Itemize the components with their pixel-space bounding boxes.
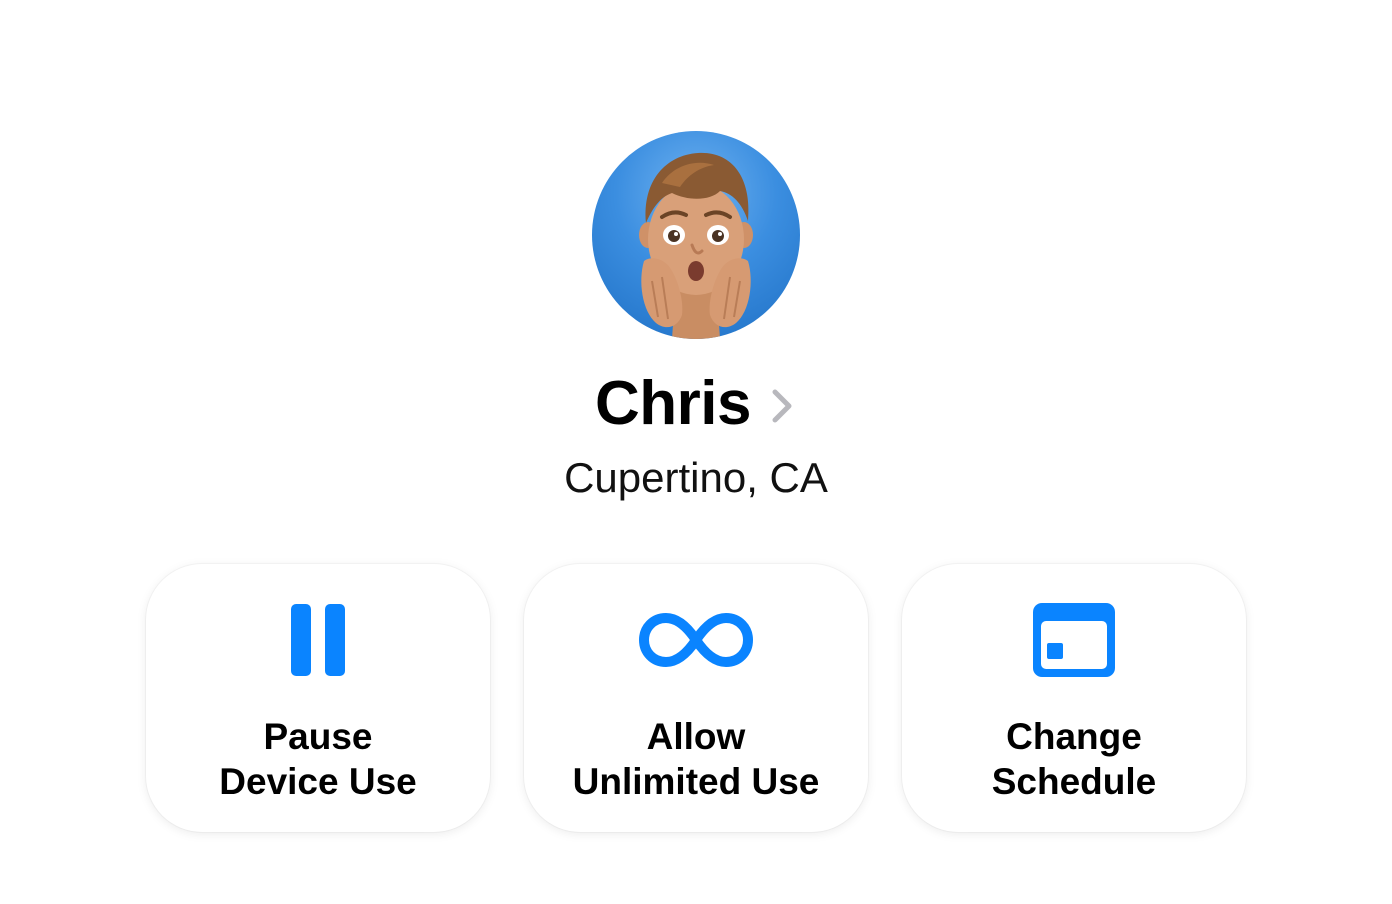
- change-schedule-button[interactable]: Change Schedule: [902, 564, 1246, 832]
- profile-name: Chris: [595, 369, 751, 438]
- screen-time-family-view: Chris Cupertino, CA Pause Device Use All…: [0, 0, 1392, 904]
- infinity-icon: [524, 600, 868, 680]
- pause-device-use-button[interactable]: Pause Device Use: [146, 564, 490, 832]
- change-schedule-label: Change Schedule: [991, 716, 1157, 802]
- memoji-avatar: [639, 152, 753, 339]
- profile-name-row[interactable]: Chris: [0, 364, 1392, 444]
- calendar-icon: [902, 600, 1246, 680]
- pause-device-use-label: Pause Device Use: [219, 716, 417, 802]
- avatar[interactable]: [592, 131, 800, 339]
- profile-location: Cupertino, CA: [564, 454, 828, 501]
- chevron-right-icon: [769, 386, 797, 426]
- allow-unlimited-use-button[interactable]: Allow Unlimited Use: [524, 564, 868, 832]
- allow-unlimited-use-label: Allow Unlimited Use: [572, 716, 820, 802]
- pause-icon: [146, 600, 490, 680]
